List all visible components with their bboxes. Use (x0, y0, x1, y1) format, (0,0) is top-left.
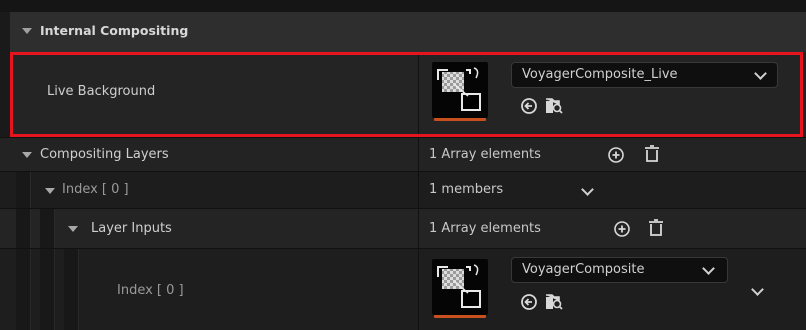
browse-folder-icon[interactable] (544, 96, 564, 120)
texture-thumbnail-icon[interactable] (432, 62, 488, 121)
property-row-compositing-layers[interactable]: Compositing Layers 1 Array elements (0, 137, 806, 171)
trash-icon[interactable] (647, 218, 665, 242)
details-panel: Internal Compositing Live Background Voy… (0, 0, 806, 330)
column-splitter[interactable] (418, 249, 419, 330)
array-index-label: Index [ 0 ] (117, 283, 184, 298)
array-element-row-index-0[interactable]: Index [ 0 ] 1 members (0, 171, 806, 208)
property-row-live-background: Live Background VoyagerComposite_Live (0, 52, 806, 137)
array-index-label: Index [ 0 ] (62, 182, 129, 197)
asset-picker-value: VoyagerComposite (522, 262, 645, 277)
use-selected-arrow-icon[interactable] (520, 293, 538, 315)
add-element-icon[interactable] (613, 220, 631, 242)
column-splitter[interactable] (418, 52, 419, 137)
expand-triangle-icon[interactable] (22, 28, 32, 34)
left-gutter (0, 52, 10, 137)
trash-icon[interactable] (643, 144, 661, 168)
section-title: Internal Compositing (40, 23, 189, 38)
indent-guide (16, 249, 31, 330)
array-count: 1 Array elements (429, 221, 541, 236)
array-count: 1 Array elements (429, 147, 541, 162)
chevron-down-icon (754, 67, 767, 80)
indent-guide (40, 209, 55, 248)
array-element-row-index-0-inner: Index [ 0 ] VoyagerComposite (0, 248, 806, 330)
asset-picker-dropdown[interactable]: VoyagerComposite (511, 257, 728, 283)
chevron-down-icon[interactable] (581, 183, 594, 196)
property-label-live-background: Live Background (47, 84, 156, 99)
column-splitter[interactable] (418, 172, 419, 208)
expand-triangle-icon[interactable] (22, 152, 32, 158)
section-header-internal-compositing[interactable]: Internal Compositing (0, 12, 806, 52)
browse-folder-icon[interactable] (544, 292, 564, 316)
chevron-down-icon[interactable] (751, 283, 764, 296)
add-element-icon[interactable] (607, 146, 625, 168)
left-gutter (0, 12, 10, 52)
texture-thumbnail-icon[interactable] (432, 259, 488, 318)
indent-guide (64, 249, 79, 330)
use-selected-arrow-icon[interactable] (520, 97, 538, 119)
asset-type-underline (434, 315, 486, 318)
column-splitter[interactable] (418, 138, 419, 171)
asset-picker-value: VoyagerComposite_Live (522, 67, 678, 82)
indent-guide (16, 209, 31, 248)
members-count: 1 members (429, 182, 504, 197)
indent-guide (40, 249, 55, 330)
property-label-compositing-layers: Compositing Layers (40, 147, 169, 162)
expand-triangle-icon[interactable] (68, 226, 78, 232)
asset-picker-dropdown[interactable]: VoyagerComposite_Live (511, 62, 778, 88)
chevron-down-icon (702, 262, 715, 275)
asset-type-underline (434, 118, 486, 121)
column-splitter[interactable] (418, 209, 419, 248)
property-label-layer-inputs: Layer Inputs (91, 221, 172, 236)
property-row-layer-inputs[interactable]: Layer Inputs 1 Array elements (0, 208, 806, 248)
indent-guide (16, 172, 31, 208)
expand-triangle-icon[interactable] (45, 188, 55, 194)
